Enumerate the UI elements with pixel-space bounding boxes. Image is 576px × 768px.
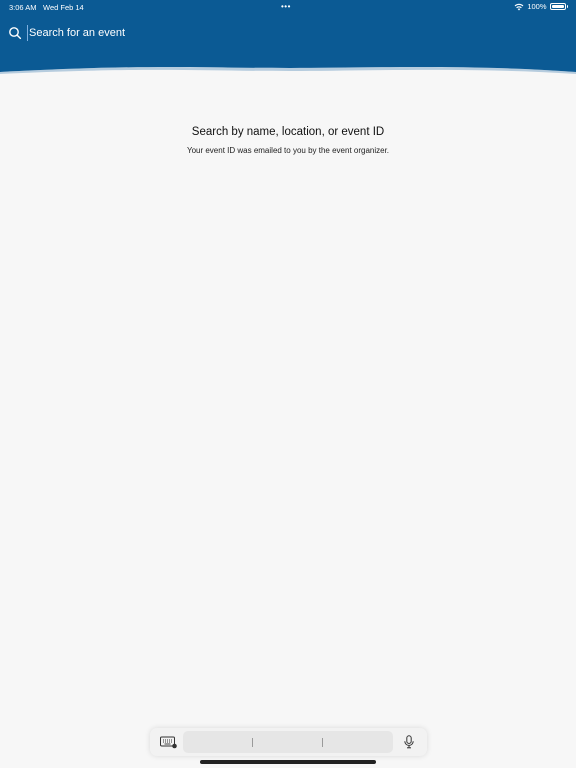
home-indicator[interactable]	[200, 760, 376, 764]
suggestion-divider	[252, 738, 253, 747]
microphone-icon[interactable]	[403, 735, 415, 749]
battery-icon	[549, 3, 566, 10]
screen: 3:06 AM Wed Feb 14 ••• 100% Search by na…	[0, 0, 576, 768]
empty-state-subtitle: Your event ID was emailed to you by the …	[186, 146, 390, 155]
wifi-icon	[514, 3, 524, 10]
battery-percent: 100%	[527, 2, 547, 11]
keyboard-shortcut-bar	[150, 728, 427, 756]
search-input[interactable]	[27, 25, 568, 41]
empty-state-title: Search by name, location, or event ID	[191, 126, 385, 138]
keyboard-suggestion-area[interactable]	[183, 731, 393, 753]
battery-tip	[566, 5, 568, 8]
search-icon	[9, 27, 22, 40]
suggestion-divider	[322, 738, 323, 747]
search-bar[interactable]	[8, 24, 568, 42]
status-bar: 3:06 AM Wed Feb 14 ••• 100%	[0, 0, 576, 16]
status-indicators: 100%	[514, 2, 568, 11]
status-date: Wed Feb 14	[43, 3, 84, 12]
keyboard-icon[interactable]	[160, 736, 178, 749]
header: 3:06 AM Wed Feb 14 ••• 100%	[0, 0, 576, 82]
status-time: 3:06 AM	[9, 3, 37, 12]
multitasking-dots[interactable]: •••	[281, 2, 291, 11]
battery-fill	[551, 5, 564, 8]
